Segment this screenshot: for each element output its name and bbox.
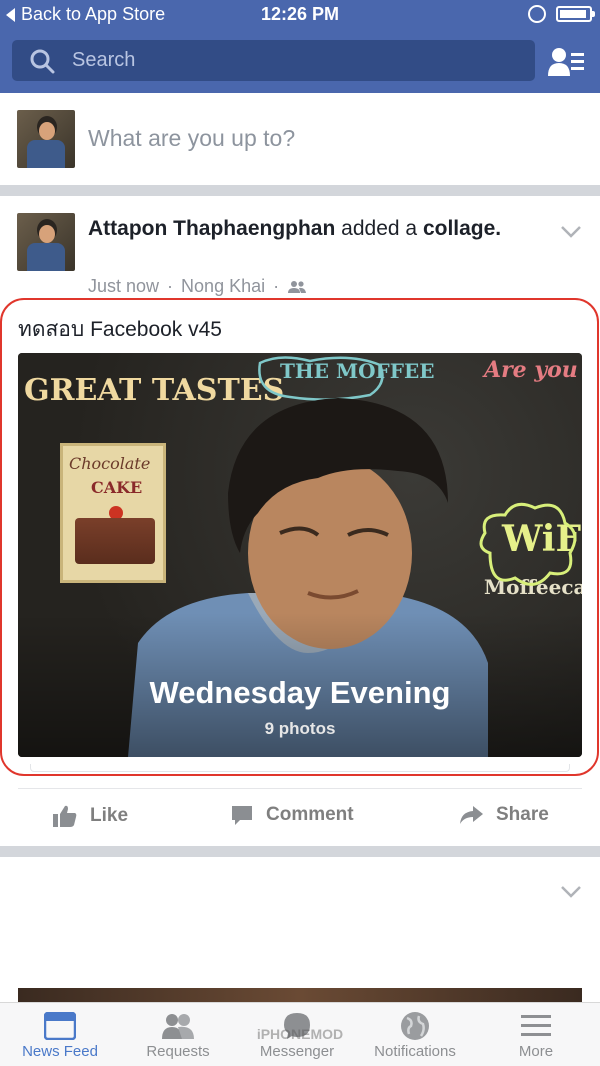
search-bar[interactable]: Search — [12, 40, 535, 81]
rotation-lock-icon — [528, 5, 546, 23]
clock: 12:26 PM — [260, 4, 340, 24]
like-button[interactable]: Like — [52, 804, 128, 828]
post-location[interactable]: Nong Khai — [181, 276, 265, 297]
like-label: Like — [90, 805, 129, 826]
collage-title: Wednesday Evening — [149, 675, 451, 710]
meta-dot: · — [167, 276, 174, 296]
collage-stack-edge — [30, 764, 570, 772]
post-options-chevron-icon[interactable] — [560, 885, 582, 899]
tab-label: Notifications — [374, 1043, 456, 1060]
tab-label: More — [518, 1043, 554, 1060]
status-indicators — [528, 5, 595, 23]
post-author-line: Attapon Thaphaengphan added a collage. — [88, 215, 528, 243]
comment-icon — [232, 806, 252, 825]
avatar — [17, 110, 75, 168]
collage-photo-count: 9 photos — [264, 719, 336, 738]
post-divider — [18, 788, 582, 789]
post-timestamp[interactable]: Just now — [88, 276, 159, 297]
status-bar: Back to App Store 12:26 PM — [0, 0, 600, 30]
status-composer[interactable]: What are you up to? — [0, 93, 600, 185]
post-text: ทดสอบ Facebook v45 — [18, 318, 222, 341]
share-label: Share — [496, 804, 549, 825]
share-button[interactable]: Share — [458, 804, 549, 826]
share-arrow-icon — [460, 806, 483, 824]
post-author-name[interactable]: Attapon Thaphaengphan — [88, 217, 335, 240]
tab-label: Requests — [146, 1043, 210, 1060]
meta-dot: · — [273, 276, 280, 296]
contacts-icon — [548, 48, 584, 76]
post-options-chevron-icon[interactable] — [560, 225, 582, 239]
feed-separator — [0, 846, 600, 857]
post-action-object[interactable]: collage. — [423, 217, 501, 240]
tab-label: Messenger — [259, 1043, 335, 1060]
search-icon — [22, 40, 62, 81]
battery-icon — [556, 6, 595, 22]
post-actions: Like Comment Share — [0, 798, 600, 842]
tab-label: News Feed — [22, 1043, 98, 1060]
post-author-avatar[interactable] — [17, 213, 75, 271]
collage-photo[interactable]: GREAT TASTES THE MOFFEE Are you WiFi Mof… — [18, 353, 582, 757]
thumbs-up-icon — [53, 805, 77, 827]
post-action-text: added a — [341, 217, 418, 240]
comment-label: Comment — [266, 804, 354, 825]
friends-list-button[interactable] — [546, 44, 586, 80]
feed-separator — [0, 185, 600, 196]
watermark: iPHONEMOD — [256, 1026, 344, 1042]
composer-prompt[interactable]: What are you up to? — [88, 125, 295, 152]
top-navigation-bar: Back to App Store 12:26 PM Search — [0, 0, 600, 93]
comment-button[interactable]: Comment — [230, 804, 354, 826]
friends-privacy-icon[interactable] — [287, 280, 307, 294]
post-meta: Just now · Nong Khai · — [88, 276, 307, 297]
search-input[interactable]: Search — [72, 49, 135, 72]
